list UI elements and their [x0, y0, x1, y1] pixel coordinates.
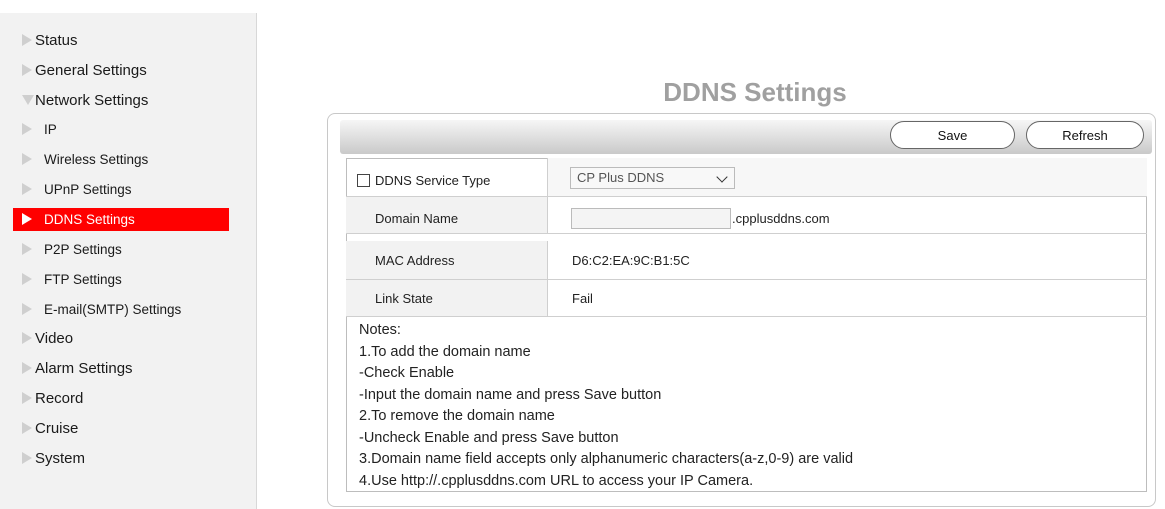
expand-arrow-icon: [22, 362, 32, 375]
sidebar-item-label: FTP Settings: [44, 272, 122, 287]
expand-arrow-icon: [22, 452, 32, 465]
notes-line: 1.To add the domain name: [359, 343, 531, 360]
sidebar-item-upnp-settings[interactable]: UPnP Settings: [22, 178, 132, 202]
sidebar-item-label: System: [35, 450, 86, 467]
ddns-service-type-value: CP Plus DDNS: [577, 170, 665, 185]
mac-address-label: MAC Address: [346, 241, 548, 279]
sidebar-item-label: DDNS Settings: [44, 212, 135, 227]
sidebar-item-ddns-settings[interactable]: DDNS Settings: [22, 208, 135, 232]
sidebar-item-status[interactable]: Status: [22, 29, 78, 53]
sidebar-item-email-smtp-settings[interactable]: E-mail(SMTP) Settings: [22, 298, 181, 322]
notes-line: -Check Enable: [359, 365, 455, 381]
domain-name-input[interactable]: [571, 208, 731, 229]
mac-address-value: D6:C2:EA:9C:B1:5C: [572, 253, 690, 268]
save-button[interactable]: Save: [890, 121, 1015, 149]
domain-name-label: Domain Name: [346, 197, 548, 233]
sidebar-item-label: Status: [35, 32, 78, 49]
sidebar-item-label: Wireless Settings: [44, 152, 149, 167]
notes: Notes: 1.To add the domain name -Check E…: [359, 320, 1139, 492]
notes-line: 2.To remove the domain name: [359, 408, 555, 424]
link-state-value: Fail: [572, 291, 593, 306]
sidebar-item-label: UPnP Settings: [44, 182, 132, 197]
sidebar-item-label: Video: [35, 330, 74, 347]
ddns-service-type-select[interactable]: CP Plus DDNS: [570, 167, 735, 189]
expand-arrow-icon: [22, 213, 32, 226]
expand-arrow-icon: [22, 243, 32, 256]
sidebar-item-label: Record: [35, 390, 84, 407]
row-ddns-service-type: DDNS Service Type: [346, 158, 1147, 197]
sidebar-item-system[interactable]: System: [22, 447, 85, 471]
sidebar-item-alarm-settings[interactable]: Alarm Settings: [22, 357, 133, 381]
sidebar-item-record[interactable]: Record: [22, 387, 83, 411]
domain-suffix: .cpplusddns.com: [732, 211, 830, 226]
expand-arrow-icon: [22, 64, 32, 77]
notes-line: 3.Domain name field accepts only alphanu…: [359, 451, 854, 467]
ddns-enable-checkbox[interactable]: [357, 174, 370, 187]
ddns-service-type-label: DDNS Service Type: [346, 158, 548, 196]
expand-arrow-icon: [22, 332, 32, 345]
notes-line: 4.Use http://.cpplusddns.com URL to acce…: [359, 472, 754, 489]
expand-arrow-icon: [22, 422, 32, 435]
expand-arrow-icon: [22, 183, 32, 196]
sidebar-item-video[interactable]: Video: [22, 327, 73, 351]
sidebar-item-network-settings[interactable]: Network Settings: [22, 89, 148, 113]
row-mac-address: MAC Address D6:C2:EA:9C:B1:5C: [346, 241, 1147, 280]
sidebar-item-label: General Settings: [35, 62, 147, 79]
row-link-state: Link State Fail: [346, 280, 1147, 317]
page-title: DDNS Settings: [663, 77, 847, 107]
sidebar-item-general-settings[interactable]: General Settings: [22, 59, 147, 83]
sidebar-item-ftp-settings[interactable]: FTP Settings: [22, 268, 122, 292]
sidebar-item-label: E-mail(SMTP) Settings: [44, 302, 182, 317]
expand-arrow-icon: [22, 273, 32, 286]
sidebar-item-cruise[interactable]: Cruise: [22, 417, 78, 441]
sidebar-item-label: Network Settings: [35, 92, 149, 109]
sidebar-item-wireless-settings[interactable]: Wireless Settings: [22, 148, 148, 172]
sidebar-item-label: Cruise: [35, 420, 79, 437]
sidebar-item-label: P2P Settings: [44, 242, 122, 257]
expand-arrow-icon: [22, 153, 32, 166]
notes-heading: Notes:: [359, 322, 401, 338]
notes-line: -Input the domain name and press Save bu…: [359, 386, 662, 403]
collapse-arrow-icon: [22, 95, 34, 106]
link-state-label: Link State: [346, 280, 548, 316]
sidebar-item-p2p-settings[interactable]: P2P Settings: [22, 238, 122, 262]
chevron-down-icon: [716, 171, 728, 183]
sidebar-item-label: Alarm Settings: [35, 360, 133, 377]
refresh-button[interactable]: Refresh: [1026, 121, 1144, 149]
expand-arrow-icon: [22, 123, 32, 136]
expand-arrow-icon: [22, 303, 32, 316]
sidebar-item-ip[interactable]: IP: [22, 118, 57, 142]
expand-arrow-icon: [22, 34, 32, 47]
expand-arrow-icon: [22, 392, 32, 405]
sidebar-item-label: IP: [44, 122, 57, 137]
notes-line: -Uncheck Enable and press Save button: [359, 429, 619, 446]
